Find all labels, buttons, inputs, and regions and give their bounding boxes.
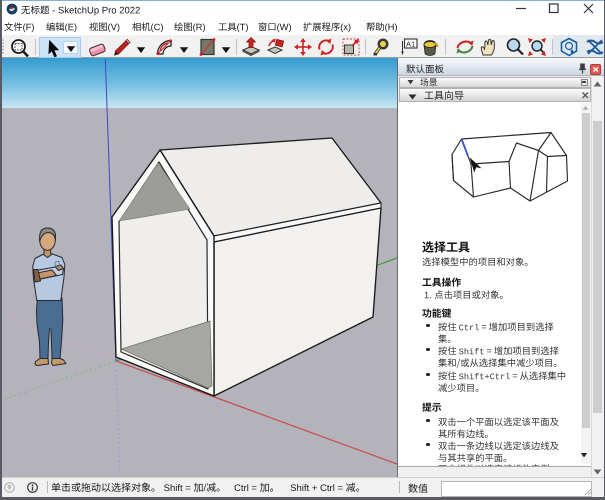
svg-text:A1: A1 (406, 40, 415, 49)
